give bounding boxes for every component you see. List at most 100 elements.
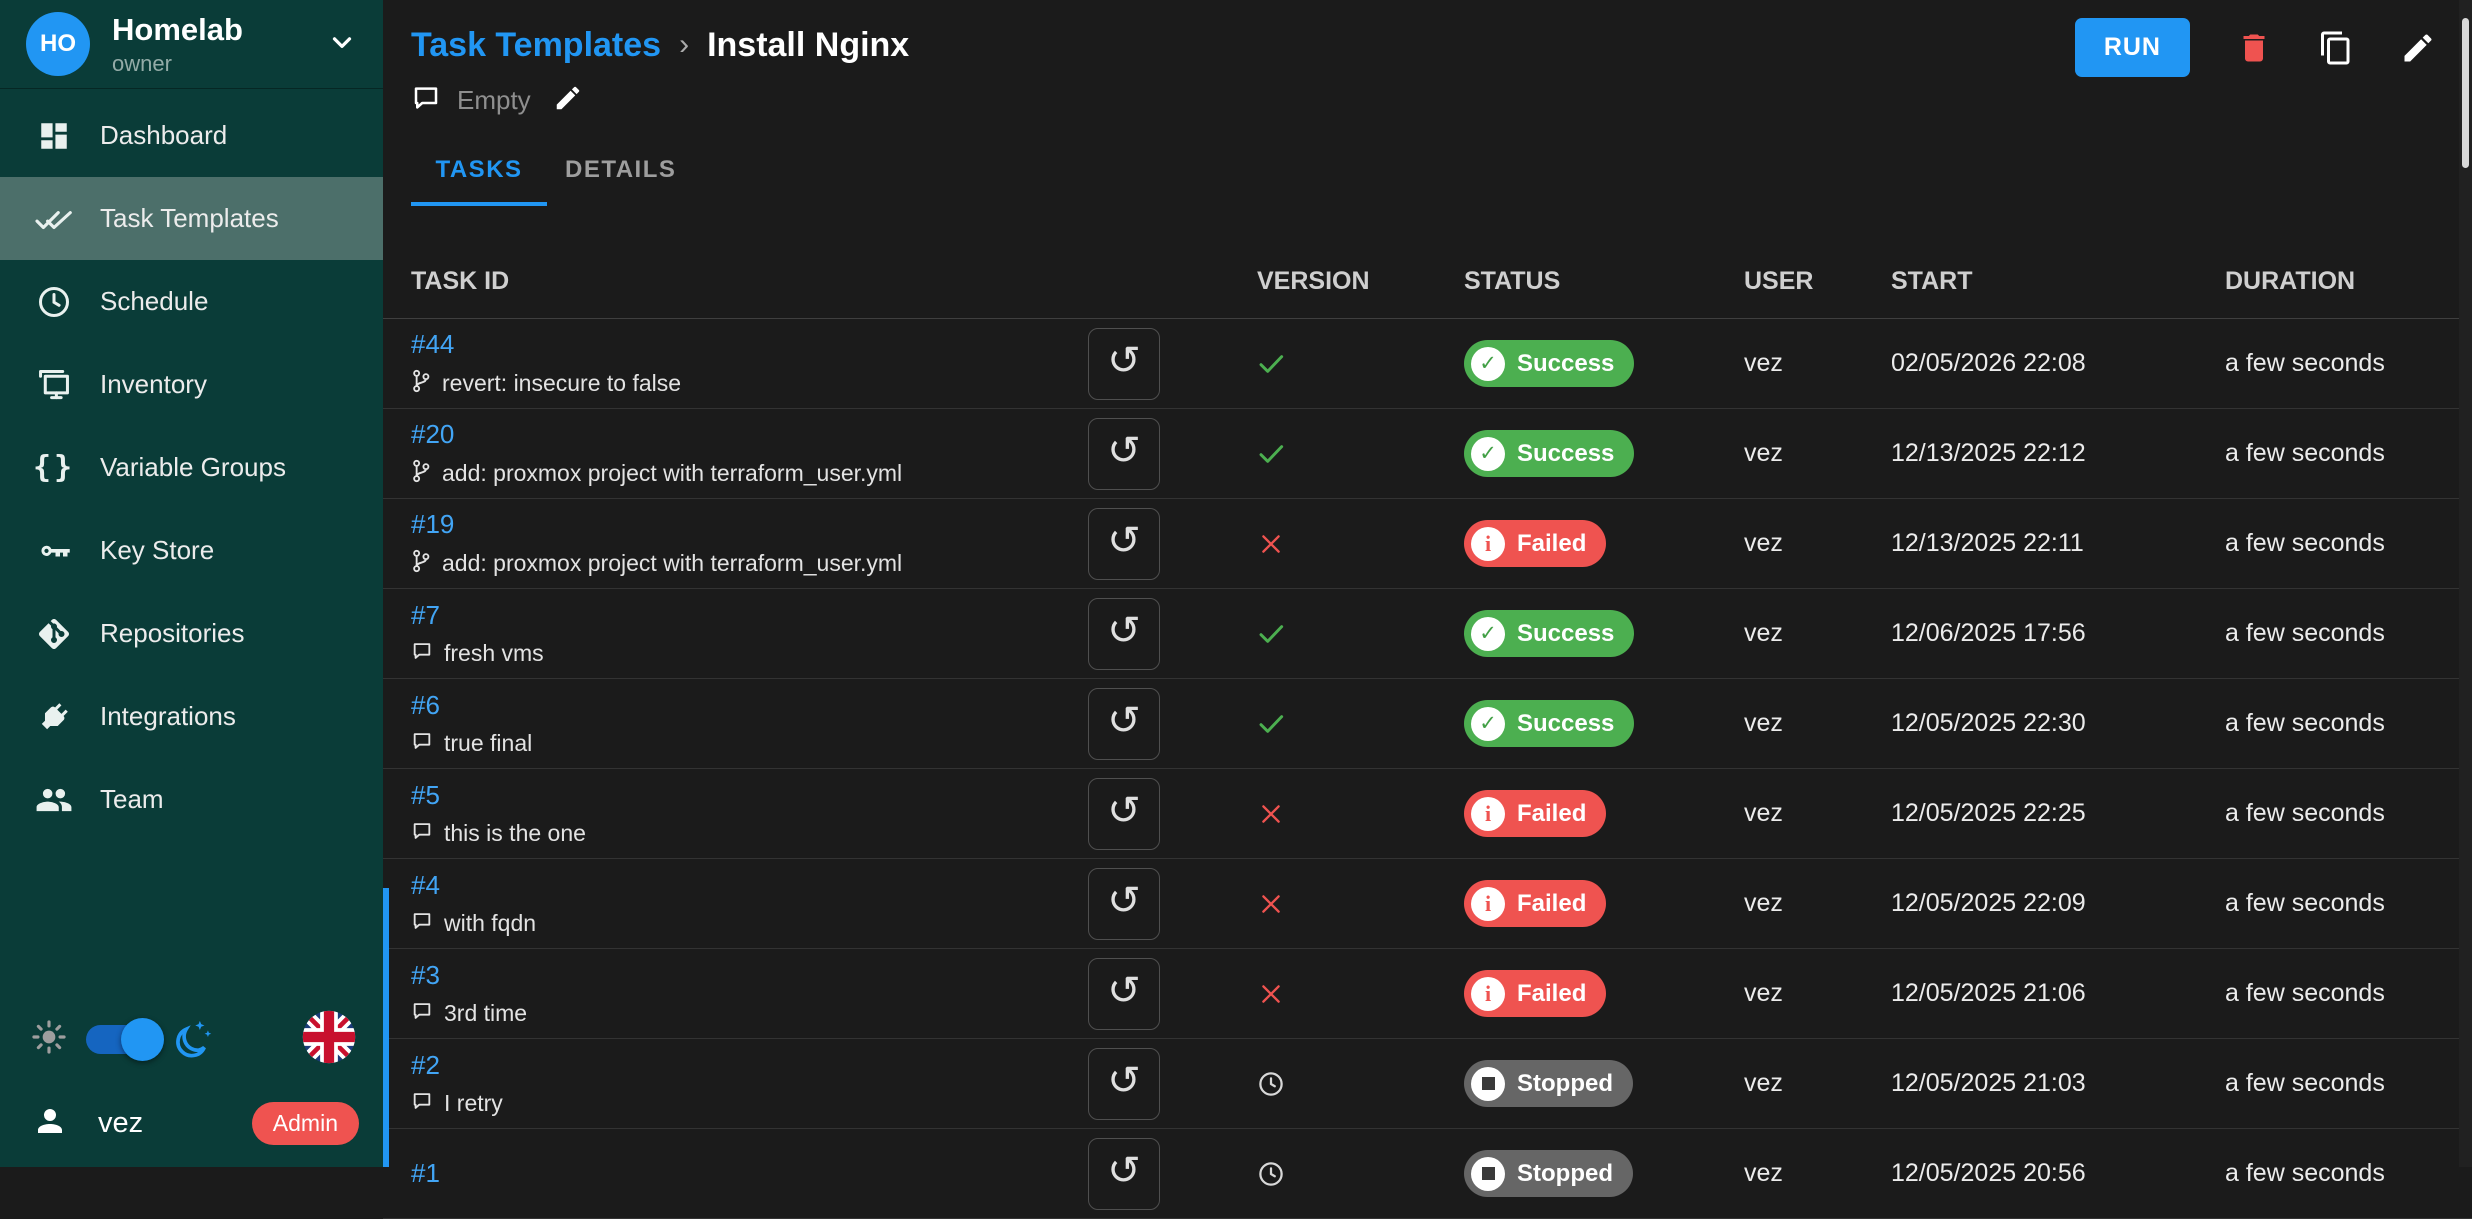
- sidebar-item-dashboard[interactable]: Dashboard: [0, 94, 383, 177]
- task-id-link[interactable]: #19: [411, 509, 454, 540]
- uk-flag-icon[interactable]: [301, 1009, 357, 1070]
- version-ok-icon: [1255, 708, 1287, 740]
- sidebar-item-label: Variable Groups: [100, 452, 286, 483]
- edit-description-icon[interactable]: [553, 83, 583, 118]
- sidebar-item-key-store[interactable]: Key Store: [0, 509, 383, 592]
- column-header-user: USER: [1744, 267, 1891, 296]
- scrollbar-thumb[interactable]: [2462, 18, 2469, 168]
- task-message: this is the one: [411, 820, 1088, 848]
- chevron-down-icon[interactable]: [327, 27, 357, 62]
- duration-cell: a few seconds: [2225, 1069, 2472, 1098]
- table-row: #4with fqdn↺iFailedvez12/05/2025 22:09a …: [383, 859, 2472, 949]
- task-id-link[interactable]: #44: [411, 329, 454, 360]
- sidebar-item-integrations[interactable]: Integrations: [0, 675, 383, 758]
- rerun-button[interactable]: ↺: [1088, 328, 1160, 400]
- comment-icon: [411, 730, 433, 758]
- edit-icon[interactable]: [2400, 30, 2436, 66]
- rerun-button[interactable]: ↺: [1088, 868, 1160, 940]
- status-cell: ✓Success: [1368, 340, 1744, 387]
- user-cell: vez: [1744, 619, 1891, 648]
- sidebar-item-repositories[interactable]: Repositories: [0, 592, 383, 675]
- breadcrumb-parent-link[interactable]: Task Templates: [411, 26, 661, 65]
- tab-tasks[interactable]: TASKS: [411, 150, 547, 206]
- status-label: Success: [1517, 710, 1614, 738]
- status-label: Success: [1517, 350, 1614, 378]
- status-badge: iFailed: [1464, 970, 1606, 1017]
- copy-icon[interactable]: [2318, 30, 2354, 66]
- sidebar-item-schedule[interactable]: Schedule: [0, 260, 383, 343]
- key-store-icon: [34, 531, 74, 571]
- rerun-button[interactable]: ↺: [1088, 418, 1160, 490]
- status-label: Failed: [1517, 890, 1586, 918]
- dark-mode-toggle[interactable]: [86, 1025, 158, 1054]
- rerun-button[interactable]: ↺: [1088, 958, 1160, 1030]
- rerun-button[interactable]: ↺: [1088, 1138, 1160, 1210]
- sidebar: HO Homelab owner DashboardTask Templates…: [0, 0, 383, 1167]
- sidebar-item-label: Team: [100, 784, 164, 815]
- status-cell: Stopped: [1368, 1060, 1744, 1107]
- status-icon: ✓: [1471, 707, 1505, 741]
- inventory-icon: [34, 365, 74, 405]
- table-row: #6true final↺✓Successvez12/05/2025 22:30…: [383, 679, 2472, 769]
- rerun-button[interactable]: ↺: [1088, 1048, 1160, 1120]
- task-id-link[interactable]: #3: [411, 960, 440, 991]
- person-icon: [32, 1103, 68, 1144]
- rerun-button[interactable]: ↺: [1088, 508, 1160, 580]
- status-icon: ✓: [1471, 617, 1505, 651]
- sidebar-item-team[interactable]: Team: [0, 758, 383, 841]
- left-scrollbar-thumb[interactable]: [383, 888, 389, 1167]
- user-row[interactable]: vez Admin: [0, 1079, 383, 1167]
- status-label: Stopped: [1517, 1070, 1613, 1098]
- task-id-link[interactable]: #2: [411, 1050, 440, 1081]
- sidebar-item-label: Schedule: [100, 286, 208, 317]
- sidebar-item-variable-groups[interactable]: {}Variable Groups: [0, 426, 383, 509]
- task-message: add: proxmox project with terraform_user…: [411, 549, 1088, 579]
- run-button[interactable]: RUN: [2075, 18, 2190, 77]
- theme-row: [0, 999, 383, 1079]
- status-cell: iFailed: [1368, 790, 1744, 837]
- sidebar-item-inventory[interactable]: Inventory: [0, 343, 383, 426]
- version-cell: [1173, 708, 1368, 740]
- version-cell: [1173, 618, 1368, 650]
- task-id-link[interactable]: #20: [411, 419, 454, 450]
- rerun-button[interactable]: ↺: [1088, 688, 1160, 760]
- user-cell: vez: [1744, 349, 1891, 378]
- start-cell: 12/06/2025 17:56: [1891, 619, 2225, 648]
- duration-cell: a few seconds: [2225, 439, 2472, 468]
- git-branch-icon: [411, 369, 431, 399]
- template-description: Empty: [411, 80, 2472, 120]
- column-header-start: START: [1891, 267, 2225, 296]
- delete-icon[interactable]: [2236, 30, 2272, 66]
- task-id-link[interactable]: #1: [411, 1158, 440, 1189]
- status-label: Stopped: [1517, 1160, 1613, 1188]
- version-fail-icon: [1258, 531, 1284, 557]
- task-id-link[interactable]: #5: [411, 780, 440, 811]
- table-row: #5this is the one↺iFailedvez12/05/2025 2…: [383, 769, 2472, 859]
- status-cell: ✓Success: [1368, 610, 1744, 657]
- tab-details[interactable]: DETAILS: [547, 150, 694, 206]
- git-branch-icon: [411, 549, 431, 579]
- version-fail-icon: [1258, 891, 1284, 917]
- status-icon: i: [1471, 887, 1505, 921]
- rerun-button[interactable]: ↺: [1088, 598, 1160, 670]
- sidebar-item-task-templates[interactable]: Task Templates: [0, 177, 383, 260]
- task-message: with fqdn: [411, 910, 1088, 938]
- sidebar-item-label: Repositories: [100, 618, 245, 649]
- task-id-link[interactable]: #6: [411, 690, 440, 721]
- task-message: add: proxmox project with terraform_user…: [411, 459, 1088, 489]
- status-label: Success: [1517, 440, 1614, 468]
- column-header-task-id: TASK ID: [411, 267, 1088, 296]
- table-row: #44revert: insecure to false↺✓Successvez…: [383, 319, 2472, 409]
- rerun-button[interactable]: ↺: [1088, 778, 1160, 850]
- column-header-status: STATUS: [1368, 267, 1744, 296]
- comment-icon: [411, 820, 433, 848]
- project-selector[interactable]: HO Homelab owner: [0, 0, 383, 89]
- project-name: Homelab: [112, 12, 327, 48]
- status-icon: i: [1471, 797, 1505, 831]
- task-id-link[interactable]: #7: [411, 600, 440, 631]
- scrollbar-track[interactable]: [2459, 0, 2472, 1167]
- start-cell: 12/05/2025 22:30: [1891, 709, 2225, 738]
- status-icon: ✓: [1471, 437, 1505, 471]
- task-id-link[interactable]: #4: [411, 870, 440, 901]
- task-message: fresh vms: [411, 640, 1088, 668]
